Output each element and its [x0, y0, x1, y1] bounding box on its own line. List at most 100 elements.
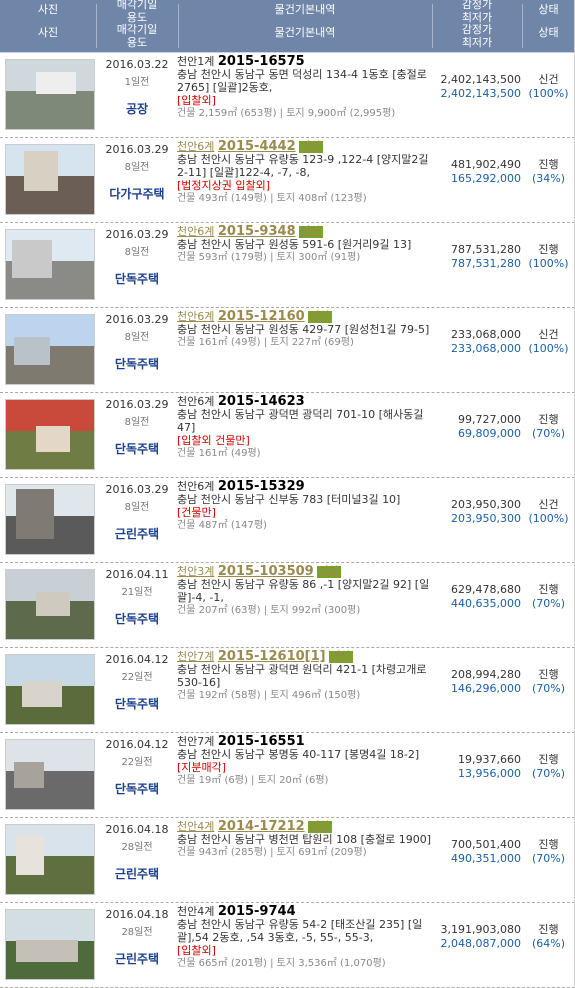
auction-status: 진행 — [538, 583, 559, 596]
property-photo[interactable] — [5, 909, 95, 980]
property-photo[interactable] — [5, 59, 95, 130]
auction-row[interactable]: 2016.03.29 8일전 다가구주택 천안6계 2015-4442 관심 충남… — [0, 138, 575, 223]
price-percent: (70%) — [531, 767, 566, 780]
appraisal-price: 19,937,660 — [458, 753, 521, 766]
court-name: 천안4계 — [177, 820, 215, 833]
court-name: 천안6계 — [177, 480, 215, 493]
sale-date: 2016.03.29 — [105, 228, 169, 241]
case-number-link[interactable]: 천안6계 2015-4442 관심 — [177, 140, 432, 153]
property-photo[interactable] — [5, 144, 95, 215]
auction-list-table: 사진 사진 매각기일 용도 매각기일 용도 물건기본내역 물건기본내역 감정가 … — [0, 0, 575, 988]
property-type: 단독주택 — [114, 272, 160, 286]
sale-days-ago: 8일전 — [124, 502, 150, 513]
case-number-link[interactable]: 천안6계 2015-12160 관심 — [177, 310, 432, 323]
property-photo[interactable] — [5, 314, 95, 385]
property-photo[interactable] — [5, 739, 95, 810]
case-number-link[interactable]: 천안1계 2015-16575 — [177, 55, 432, 68]
auction-row[interactable]: 2016.04.12 22일전 단독주택 천안7계 2015-12610[1] 관… — [0, 648, 575, 733]
property-type: 단독주택 — [114, 612, 160, 626]
auction-row[interactable]: 2016.03.29 8일전 근린주택 천안6계 2015-15329 충남 천… — [0, 478, 575, 563]
price-percent: (70%) — [531, 427, 566, 440]
auction-row[interactable]: 2016.04.11 21일전 단독주택 천안3계 2015-103509 관심 … — [0, 563, 575, 648]
price-block: 19,937,660 13,956,000 — [436, 753, 521, 781]
property-photo[interactable] — [5, 229, 95, 300]
property-address: 충남 천안시 동남구 광덕면 광덕리 701-10 [해사동길 47] — [177, 408, 424, 434]
header-photo[interactable]: 사진 사진 — [0, 0, 96, 52]
header-price-label: 감정가 최저가 — [461, 0, 493, 24]
property-area: 건물 665㎡ (201평) | 토지 3,536㎡ (1,070평) — [177, 958, 386, 969]
sale-days-ago: 1일전 — [124, 77, 150, 88]
header-info-label: 물건기본내역 — [274, 3, 336, 16]
auction-row[interactable]: 2016.03.29 8일전 단독주택 천안6계 2015-9348 관심 충남 … — [0, 223, 575, 308]
case-number-link[interactable]: 천안6계 2015-15329 — [177, 480, 432, 493]
interest-badge: 관심 — [328, 651, 353, 663]
auction-row[interactable]: 2016.03.29 8일전 단독주택 천안6계 2015-14623 충남 천… — [0, 393, 575, 478]
property-photo[interactable] — [5, 484, 95, 555]
price-percent: (70%) — [531, 597, 566, 610]
property-photo[interactable] — [5, 399, 95, 470]
case-number: 2015-12610[1] — [217, 649, 326, 664]
case-number-link[interactable]: 천안7계 2015-12610[1] 관심 — [177, 650, 432, 663]
header-info[interactable]: 물건기본내역 물건기본내역 — [178, 0, 432, 52]
minimum-price: 233,068,000 — [451, 342, 521, 355]
property-info: 천안6계 2015-14623 충남 천안시 동남구 광덕면 광덕리 701-1… — [177, 395, 432, 460]
header-price[interactable]: 감정가 최저가 감정가 최저가 — [432, 0, 522, 52]
interest-badge: 관심 — [298, 141, 324, 153]
property-photo[interactable] — [5, 569, 95, 640]
status-block: 진행 (70%) — [522, 838, 575, 866]
case-number-link[interactable]: 천안6계 2015-14623 — [177, 395, 432, 408]
special-conditions: [건물만] — [177, 506, 216, 519]
header-status[interactable]: 상태 상태 — [522, 0, 575, 52]
appraisal-price: 2,402,143,500 — [440, 73, 521, 86]
property-info: 천안3계 2015-103509 관심 충남 천안시 동남구 유량동 86 ,-1… — [177, 565, 432, 617]
case-number: 2015-103509 — [217, 564, 314, 579]
price-percent: (100%) — [528, 257, 569, 270]
status-block: 신건 (100%) — [522, 498, 575, 526]
status-block: 진행 (34%) — [522, 158, 575, 186]
status-block: 신건 (100%) — [522, 328, 575, 356]
minimum-price: 787,531,280 — [451, 257, 521, 270]
appraisal-price: 629,478,680 — [451, 583, 521, 596]
court-name: 천안6계 — [177, 225, 215, 238]
photo-building — [24, 151, 58, 191]
case-number-link[interactable]: 천안7계 2015-16551 — [177, 735, 432, 748]
price-percent: (100%) — [528, 512, 569, 525]
photo-building — [16, 940, 78, 962]
auction-row[interactable]: 2016.03.22 1일전 공장 천안1계 2015-16575 충남 천안시… — [0, 53, 575, 138]
auction-row[interactable]: 2016.03.29 8일전 단독주택 천안6계 2015-12160 관심 충남… — [0, 308, 575, 393]
photo-building — [22, 681, 62, 707]
sale-date: 2016.04.12 — [105, 653, 169, 666]
case-number: 2015-15329 — [217, 479, 305, 494]
case-number: 2015-16551 — [217, 734, 305, 749]
status-block: 신건 (100%) — [522, 73, 575, 101]
auction-rows: 2016.03.22 1일전 공장 천안1계 2015-16575 충남 천안시… — [0, 53, 575, 988]
price-percent: (64%) — [531, 937, 566, 950]
auction-row[interactable]: 2016.04.18 28일전 근린주택 천안4계 2014-17212 관심 충… — [0, 818, 575, 903]
photo-ground — [6, 91, 94, 129]
court-name: 천안6계 — [177, 395, 215, 408]
property-photo[interactable] — [5, 654, 95, 725]
sale-date: 2016.04.18 — [105, 823, 169, 836]
property-type: 근린주택 — [114, 867, 160, 881]
header-date-type[interactable]: 매각기일 용도 매각기일 용도 — [96, 0, 178, 52]
sale-days-ago: 8일전 — [124, 332, 150, 343]
sale-days-ago: 21일전 — [121, 587, 153, 598]
minimum-price: 440,635,000 — [451, 597, 521, 610]
interest-badge: 관심 — [307, 821, 333, 833]
case-number-link[interactable]: 천안6계 2015-9348 관심 — [177, 225, 432, 238]
property-photo[interactable] — [5, 824, 95, 895]
property-address: 충남 천안시 동남구 병천면 탑원리 108 [충절로 1900] — [177, 833, 432, 846]
minimum-price: 490,351,000 — [451, 852, 521, 865]
auction-status: 신건 — [538, 73, 559, 86]
price-percent: (100%) — [528, 342, 569, 355]
property-area: 건물 192㎡ (58평) | 토지 496㎡ (150평) — [177, 690, 361, 701]
auction-status: 진행 — [538, 243, 559, 256]
case-number-link[interactable]: 천안3계 2015-103509 관심 — [177, 565, 432, 578]
sale-date: 2016.03.29 — [105, 313, 169, 326]
special-conditions: [법정지상권 입찰외] — [177, 179, 271, 192]
auction-row[interactable]: 2016.04.18 28일전 근린주택 천안4계 2015-9744 충남 천… — [0, 903, 575, 988]
auction-row[interactable]: 2016.04.12 22일전 단독주택 천안7계 2015-16551 충남 … — [0, 733, 575, 818]
case-number-link[interactable]: 천안4계 2015-9744 — [177, 905, 432, 918]
property-address: 충남 천안시 동남구 광덕면 원덕리 421-1 [차령고개로 530-16] — [177, 663, 427, 689]
case-number-link[interactable]: 천안4계 2014-17212 관심 — [177, 820, 432, 833]
